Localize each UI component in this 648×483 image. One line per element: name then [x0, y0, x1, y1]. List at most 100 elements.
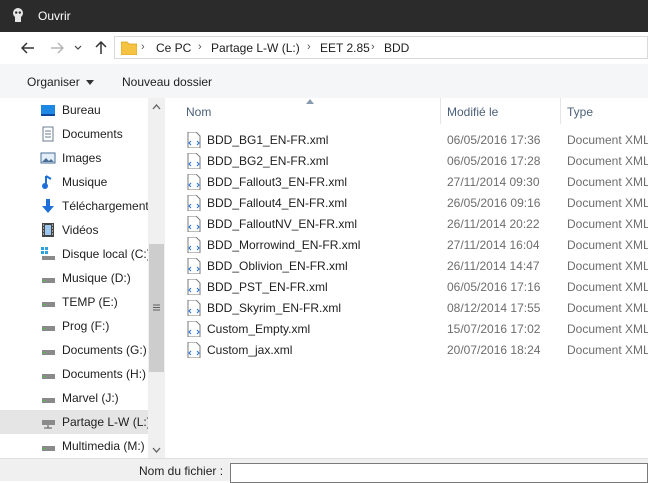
sidebar-item-partage-l[interactable]: Partage L-W (L:) [0, 410, 148, 434]
sidebar-item-label: Documents [62, 127, 123, 141]
sidebar-item-prog-f[interactable]: Prog (F:) [0, 314, 148, 338]
file-name: Custom_Empty.xml [207, 322, 311, 336]
xml-file-icon [187, 216, 201, 232]
file-modified: 26/05/2016 09:16 [447, 196, 541, 210]
column-divider[interactable] [440, 98, 441, 124]
scroll-up-button[interactable] [148, 98, 165, 115]
file-row[interactable]: BDD_Oblivion_EN-FR.xml 26/11/2014 14:47 … [165, 255, 648, 276]
sidebar-item-label: Multimedia (M:) [62, 439, 145, 453]
filename-label: Nom du fichier : [139, 464, 224, 478]
sidebar-item-videos[interactable]: Vidéos [0, 218, 148, 242]
file-name: BDD_Morrowind_EN-FR.xml [207, 238, 361, 252]
command-toolbar: Organiser Nouveau dossier [0, 64, 648, 99]
sidebar-item-label: Documents (G:) [62, 343, 147, 357]
file-row[interactable]: BDD_FalloutNV_EN-FR.xml 26/11/2014 20:22… [165, 213, 648, 234]
file-name: BDD_BG2_EN-FR.xml [207, 154, 329, 168]
recent-locations-button[interactable] [72, 40, 84, 56]
caret-down-icon [86, 80, 95, 85]
title-bar: Ouvrir [0, 0, 648, 32]
scroll-down-button[interactable] [148, 441, 165, 458]
breadcrumb-separator-icon: › [307, 41, 311, 53]
drive-icon [42, 326, 55, 331]
file-row[interactable]: BDD_Skyrim_EN-FR.xml 08/12/2014 17:55 Do… [165, 297, 648, 318]
network-drive-icon [42, 420, 55, 429]
up-button[interactable] [92, 40, 110, 56]
file-modified: 08/12/2014 17:55 [447, 301, 541, 315]
arrow-up-icon [95, 41, 107, 54]
sidebar-item-documents-g[interactable]: Documents (G:) [0, 338, 148, 362]
file-row[interactable]: BDD_PST_EN-FR.xml 06/05/2016 17:16 Docum… [165, 276, 648, 297]
sidebar-item-documents[interactable]: Documents [0, 122, 148, 146]
arrow-left-icon [21, 42, 34, 54]
grip-icon [153, 304, 160, 311]
sidebar-item-label: Documents (H:) [62, 367, 147, 381]
file-row[interactable]: BDD_Fallout3_EN-FR.xml 27/11/2014 09:30 … [165, 171, 648, 192]
column-divider[interactable] [560, 98, 561, 124]
xml-file-icon [187, 195, 201, 211]
back-button[interactable] [19, 40, 37, 56]
sidebar-item-multimedia-m[interactable]: Multimedia (M:) [0, 434, 148, 458]
file-type: Document XML [567, 196, 648, 210]
breadcrumb-bdd[interactable]: BDD [384, 41, 409, 55]
file-row[interactable]: BDD_BG2_EN-FR.xml 06/05/2016 17:28 Docum… [165, 150, 648, 171]
sidebar-item-musique-d[interactable]: Musique (D:) [0, 266, 148, 290]
sidebar-item-label: Vidéos [62, 223, 99, 237]
file-row[interactable]: BDD_Morrowind_EN-FR.xml 27/11/2014 16:04… [165, 234, 648, 255]
file-row[interactable]: Custom_jax.xml 20/07/2016 18:24 Document… [165, 339, 648, 360]
forward-button[interactable] [48, 40, 66, 56]
file-modified: 06/05/2016 17:16 [447, 280, 541, 294]
arrow-right-icon [51, 42, 64, 54]
filename-input[interactable] [230, 463, 648, 483]
breadcrumb-separator-icon: › [141, 41, 145, 53]
sidebar-item-label: TEMP (E:) [62, 295, 118, 309]
sidebar-item-bureau[interactable]: Bureau [0, 98, 148, 122]
drive-icon [42, 398, 55, 403]
sidebar-item-marvel-j[interactable]: Marvel (J:) [0, 386, 148, 410]
column-headers: Nom Modifié le Type [165, 98, 648, 124]
column-header-modified[interactable]: Modifié le [447, 105, 498, 119]
breadcrumb-eet[interactable]: EET 2.85 [320, 41, 370, 55]
xml-file-icon [187, 174, 201, 190]
breadcrumb-partage[interactable]: Partage L-W (L:) [211, 41, 300, 55]
file-type: Document XML [567, 238, 648, 252]
sidebar-item-label: Images [62, 151, 102, 165]
sidebar-item-images[interactable]: Images [0, 146, 148, 170]
file-modified: 26/11/2014 20:22 [447, 217, 540, 231]
file-modified: 15/07/2016 17:02 [447, 322, 541, 336]
sidebar-item-telechargements[interactable]: Téléchargements [0, 194, 148, 218]
sidebar-item-temp-e[interactable]: TEMP (E:) [0, 290, 148, 314]
column-header-type[interactable]: Type [567, 105, 593, 119]
breadcrumb-ce-pc[interactable]: Ce PC [156, 41, 191, 55]
sidebar-item-label: Marvel (J:) [62, 391, 119, 405]
sort-ascending-icon [306, 99, 314, 104]
file-type: Document XML [567, 175, 648, 189]
organise-button[interactable]: Organiser [27, 75, 95, 89]
desktop-icon [41, 105, 55, 116]
downloads-icon [42, 199, 54, 213]
file-row[interactable]: Custom_Empty.xml 15/07/2016 17:02 Docume… [165, 318, 648, 339]
breadcrumb-separator-icon: › [198, 41, 202, 53]
address-bar[interactable]: › Ce PC › Partage L-W (L:) › EET 2.85 › … [114, 36, 648, 59]
window-title: Ouvrir [38, 9, 71, 23]
sidebar-item-documents-h[interactable]: Documents (H:) [0, 362, 148, 386]
folder-icon [121, 41, 137, 55]
system-drive-icon [41, 247, 55, 260]
sidebar-item-musique[interactable]: Musique [0, 170, 148, 194]
scroll-thumb[interactable] [149, 244, 164, 372]
file-modified: 26/11/2014 14:47 [447, 259, 540, 273]
organise-label: Organiser [27, 75, 80, 89]
filename-bar: Nom du fichier : [0, 458, 648, 483]
sidebar-item-label: Partage L-W (L:) [62, 415, 148, 429]
file-type: Document XML [567, 133, 648, 147]
file-name: BDD_Fallout4_EN-FR.xml [207, 196, 348, 210]
file-row[interactable]: BDD_BG1_EN-FR.xml 06/05/2016 17:36 Docum… [165, 129, 648, 150]
new-folder-button[interactable]: Nouveau dossier [122, 75, 212, 89]
xml-file-icon [187, 258, 201, 274]
file-row[interactable]: BDD_Fallout4_EN-FR.xml 26/05/2016 09:16 … [165, 192, 648, 213]
chevron-up-icon [152, 103, 161, 109]
file-name: BDD_PST_EN-FR.xml [207, 280, 328, 294]
column-header-name[interactable]: Nom [186, 105, 211, 119]
drive-icon [42, 350, 55, 355]
sidebar-item-disque-local-c[interactable]: Disque local (C:) [0, 242, 148, 266]
sidebar-scrollbar[interactable] [148, 98, 165, 458]
